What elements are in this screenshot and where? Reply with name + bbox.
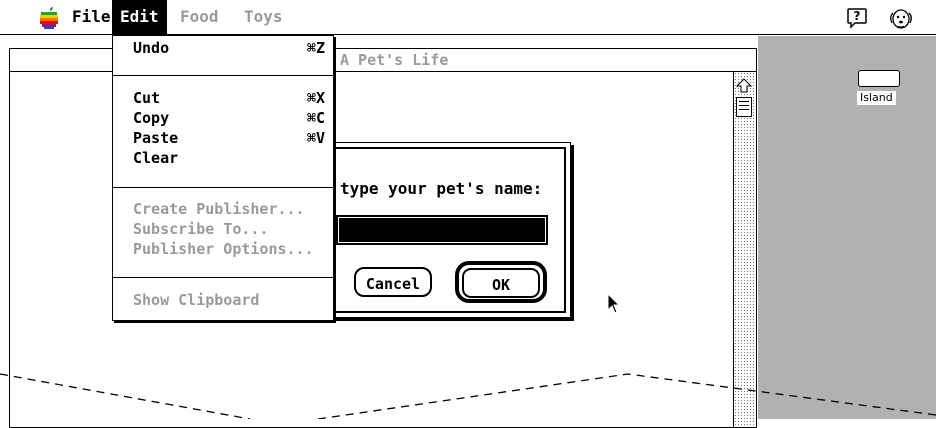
dashed-edge-lines bbox=[0, 373, 936, 419]
